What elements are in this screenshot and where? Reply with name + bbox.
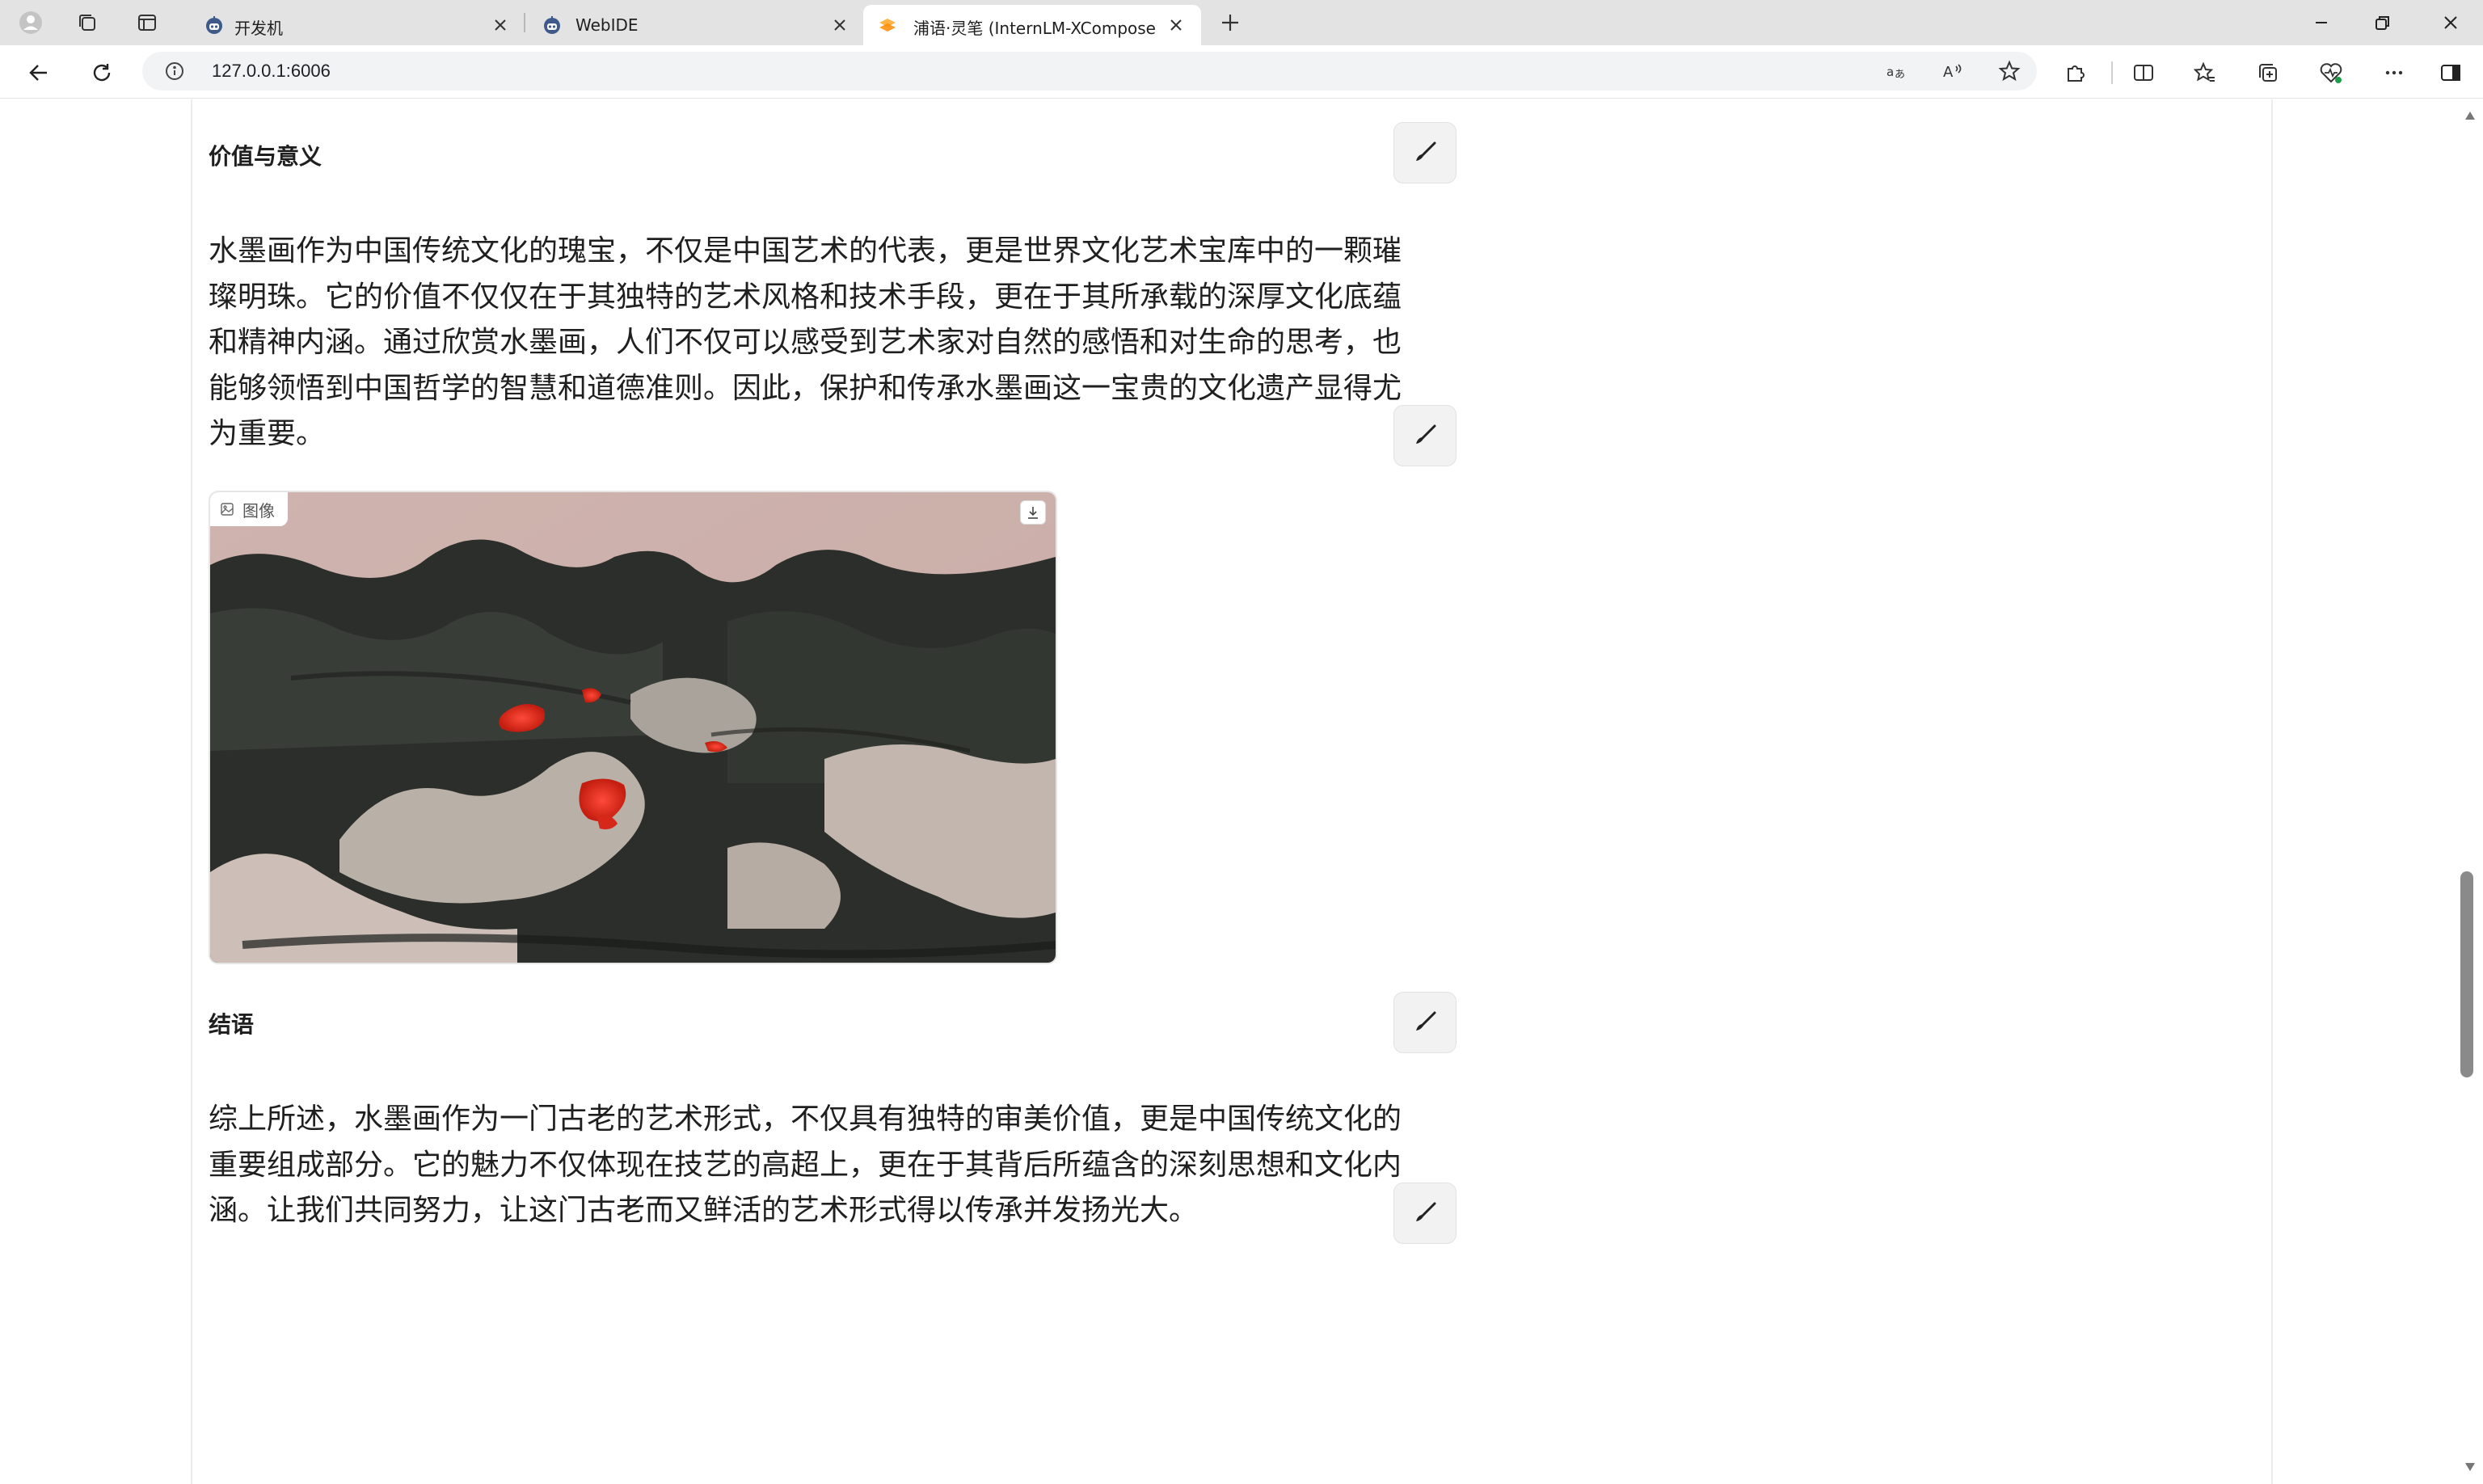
settings-more-button[interactable] [2378,57,2410,89]
new-tab-button[interactable] [1216,8,1245,37]
brush-icon [1416,141,1436,161]
image-icon [221,503,234,516]
triangle-down-icon [2465,1463,2475,1471]
download-button[interactable] [1020,500,1046,525]
star-icon [1998,60,2021,82]
plus-icon [1222,15,1238,31]
edit-button[interactable] [1393,992,1456,1053]
profile-icon [19,11,42,34]
content-border-left [191,99,192,1484]
close-icon [2444,16,2457,29]
brush-icon [1416,424,1436,444]
collections-button[interactable] [2252,57,2284,89]
tab-kaifaji[interactable]: 开发机 [188,5,522,45]
tab-actions-icon [138,15,156,31]
split-screen-button[interactable] [2127,57,2160,89]
back-button[interactable] [23,57,55,89]
tab-title: WebIDE [575,15,639,35]
paragraph-line: 综上所述，水墨画作为一门古老的艺术形式，不仅具有独特的审美价值，更是中国传统文化… [209,1102,1402,1136]
close-icon[interactable] [491,16,509,34]
svg-text:a: a [1886,65,1894,79]
edit-button[interactable] [1393,1183,1456,1244]
generated-image-card: 图像 [209,491,1057,964]
restore-icon [2376,16,2389,30]
toolbar-divider [2111,61,2113,84]
tab-title: 开发机 [234,19,283,38]
brush-icon [1416,1202,1436,1221]
translate-button[interactable]: a あ [1885,60,1908,82]
scrollbar-thumb[interactable] [2460,871,2473,1077]
svg-text:あ: あ [1895,69,1905,81]
section-heading-value: 价值与意义 [209,143,322,170]
page-viewport: 价值与意义 水墨画作为中国传统文化的瑰宝，不仅是中国艺术的代表，更是世界文化艺术… [0,99,2483,1484]
favorites-button[interactable] [2189,57,2221,89]
edit-button[interactable] [1393,405,1456,466]
paragraph-line: 重要组成部分。它的魅力不仅体现在技艺的高超上，更在于其背后所蕴含的深刻思想和文化… [209,1148,1402,1182]
back-arrow-icon [29,65,47,81]
download-icon [1028,507,1038,519]
close-window-button[interactable] [2435,6,2467,39]
favorites-icon [2194,61,2215,82]
scroll-up-button[interactable] [2460,106,2480,125]
close-icon[interactable] [1167,16,1185,34]
restore-button[interactable] [2367,6,2399,39]
content-border-right [2271,99,2273,1484]
workspaces-icon [79,15,95,31]
collections-icon [2259,64,2277,82]
paragraph-line: 水墨画作为中国传统文化的瑰宝，不仅是中国艺术的代表，更是世界文化艺术宝库中的一颗… [209,234,1402,268]
paragraph-line: 为重要。 [209,417,326,450]
minimize-icon [2316,22,2327,23]
edit-button[interactable] [1393,122,1456,183]
toolbar: 127.0.0.1:6006 a あ A [0,45,2483,99]
browser-window: 开发机 WebIDE 浦语·灵笔 (InternLM-XComposer 127… [0,0,2483,1484]
robot-favicon-icon [206,16,222,34]
image-label: 图像 [210,492,288,526]
paragraph-line: 能够领悟到中国哲学的智慧和道德准则。因此，保护和传承水墨画这一宝贵的文化遗产显得… [209,371,1402,405]
section-paragraph-value: 水墨画作为中国传统文化的瑰宝，不仅是中国艺术的代表，更是世界文化艺术宝库中的一颗… [209,229,1402,457]
address-bar[interactable]: 127.0.0.1:6006 a あ A [142,52,2037,91]
paragraph-line: 璨明珠。它的价值不仅仅在于其独特的艺术风格和技术手段，更在于其所承载的深厚文化底… [209,280,1402,314]
translate-icon: a あ [1886,65,1905,81]
ink-painting-image [210,492,1056,963]
scrollbar-track[interactable] [2457,99,2483,1484]
favorite-star-button[interactable] [1998,60,2021,82]
vertical-tabs-button[interactable] [133,8,162,37]
reload-button[interactable] [86,57,118,89]
info-icon[interactable] [165,61,184,81]
close-icon[interactable] [831,16,849,34]
tab-title: 浦语·灵笔 (InternLM-XComposer [913,19,1156,38]
scroll-down-button[interactable] [2460,1457,2480,1477]
reload-icon [93,64,111,82]
sidebar-icon [2441,65,2460,81]
extensions-button[interactable] [2059,57,2092,89]
svg-text:A: A [1943,64,1954,81]
tab-strip: 开发机 WebIDE 浦语·灵笔 (InternLM-XComposer [0,0,2483,45]
puzzle-icon [2068,65,2085,82]
browser-essentials-button[interactable] [2315,57,2347,89]
section-paragraph-conclusion: 综上所述，水墨画作为一门古老的艺术形式，不仅具有独特的审美价值，更是中国传统文化… [209,1097,1402,1234]
url-text[interactable]: 127.0.0.1:6006 [212,61,331,82]
paragraph-line: 涵。让我们共同努力，让这门古老而又鲜活的艺术形式得以传承并发扬光大。 [209,1194,1199,1227]
split-screen-icon [2134,65,2153,81]
robot-favicon-icon [544,16,560,34]
sidebar-toggle-button[interactable] [2435,57,2467,89]
profile-button[interactable] [16,8,45,37]
read-aloud-icon: A [1943,64,1962,81]
gradio-favicon-icon [879,19,896,32]
tab-internlm-xcomposer[interactable]: 浦语·灵笔 (InternLM-XComposer [863,5,1201,45]
image-label-text: 图像 [242,500,275,521]
tab-webide[interactable]: WebIDE [525,5,860,45]
read-aloud-button[interactable]: A [1941,60,1964,82]
triangle-up-icon [2465,112,2475,120]
paragraph-line: 和精神内涵。通过欣赏水墨画，人们不仅可以感受到艺术家对自然的感悟和对生命的思考，… [209,326,1402,359]
more-dots-icon [2385,70,2403,75]
section-heading-conclusion: 结语 [209,1011,255,1038]
workspaces-button[interactable] [73,8,102,37]
minimize-button[interactable] [2305,6,2338,39]
heart-pulse-icon [2320,63,2342,83]
brush-icon [1416,1011,1436,1031]
